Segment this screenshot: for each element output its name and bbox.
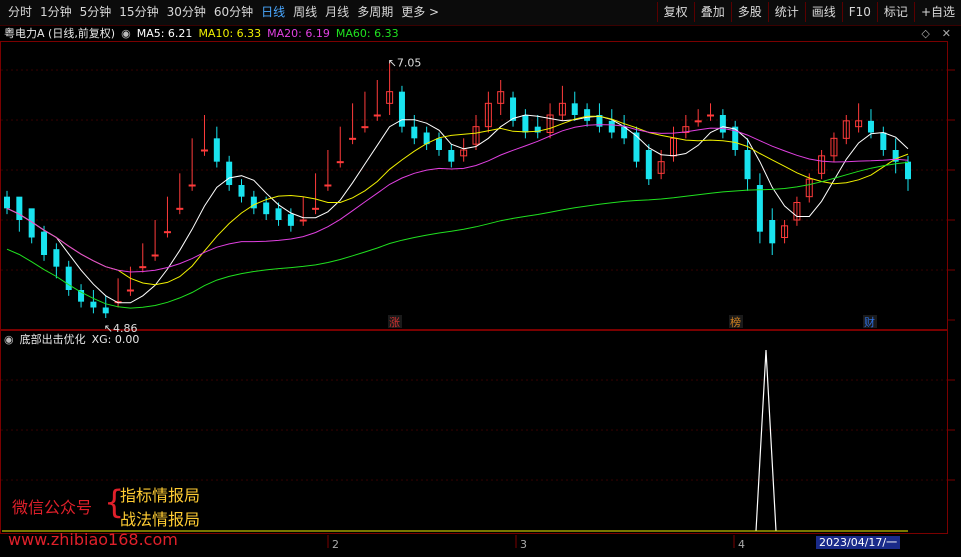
candle-body-61	[756, 185, 763, 232]
indicator-legend: ◉ 底部出击优化 XG: 0.00	[4, 332, 139, 347]
candle-body-24	[299, 219, 307, 222]
candle-body-7	[90, 301, 97, 308]
candle-body-4	[53, 249, 60, 267]
candle-body-15	[188, 184, 196, 187]
candle-body-60	[744, 150, 751, 180]
candle-body-41	[510, 97, 517, 121]
candle-body-16	[200, 149, 208, 152]
wechat-line2: 战法情报局	[120, 510, 201, 529]
watermark-url: www.zhibiao168.com	[8, 530, 178, 549]
xg-signal-line	[755, 349, 777, 532]
candle-body-14	[176, 207, 184, 210]
candle-body-10	[126, 289, 134, 292]
cursor-date: 2023/04/17/一	[816, 536, 901, 549]
marker-cai: 财	[864, 315, 875, 329]
candle-body-21	[263, 202, 270, 215]
candle-body-36	[448, 150, 455, 162]
candle-body-3	[41, 231, 48, 255]
month-label-2: 4	[738, 538, 745, 551]
month-label-0: 2	[332, 538, 339, 551]
candle-body-70	[867, 120, 874, 133]
candle-body-52	[645, 150, 652, 180]
candle-body-71	[880, 132, 887, 150]
candle-body-11	[139, 266, 147, 269]
candle-body-22	[275, 208, 282, 220]
candle-body-0	[4, 196, 10, 209]
candle-body-46	[571, 103, 578, 115]
candle-body-73	[905, 161, 911, 180]
candle-body-58	[719, 115, 726, 133]
candle-body-49	[608, 120, 615, 133]
candle-body-51	[633, 132, 640, 162]
candle-body-25	[312, 207, 320, 210]
candle-body-1	[16, 196, 23, 220]
high-price-label: ↖7.05	[388, 57, 422, 70]
candle-body-12	[151, 254, 159, 257]
month-label-1: 3	[520, 538, 527, 551]
candle-body-17	[213, 138, 220, 162]
candle-body-47	[584, 109, 591, 121]
wechat-prefix: 微信公众号	[12, 498, 93, 517]
candle-body-42	[522, 115, 529, 133]
marker-bang: 榜	[730, 315, 741, 329]
candle-body-35	[435, 138, 442, 150]
candle-body-19	[238, 185, 245, 197]
candle-body-13	[163, 231, 171, 234]
candle-body-62	[769, 220, 776, 244]
wechat-line1: 指标情报局	[120, 486, 201, 505]
candle-body-30	[373, 114, 381, 117]
candle-body-27	[336, 161, 344, 164]
settings-circle-icon[interactable]: ◉	[4, 332, 14, 347]
kline-chart[interactable]: ↖7.05↖4.86 涨榜财2 3 4	[0, 0, 961, 557]
candle-body-57	[707, 114, 715, 117]
marker-zhang: 涨	[389, 316, 400, 329]
candle-body-33	[411, 126, 418, 139]
candle-body-8	[102, 307, 109, 314]
candle-body-18	[226, 161, 233, 185]
candle-body-26	[324, 184, 332, 187]
indicator-xg: XG: 0.00	[91, 333, 140, 346]
candle-body-28	[349, 137, 357, 140]
indicator-name: 底部出击优化	[19, 333, 86, 346]
ma10-line	[6, 115, 909, 286]
candle-body-29	[361, 126, 369, 129]
ma5-line	[6, 114, 909, 304]
candle-body-56	[694, 120, 702, 123]
candle-body-23	[287, 214, 294, 226]
